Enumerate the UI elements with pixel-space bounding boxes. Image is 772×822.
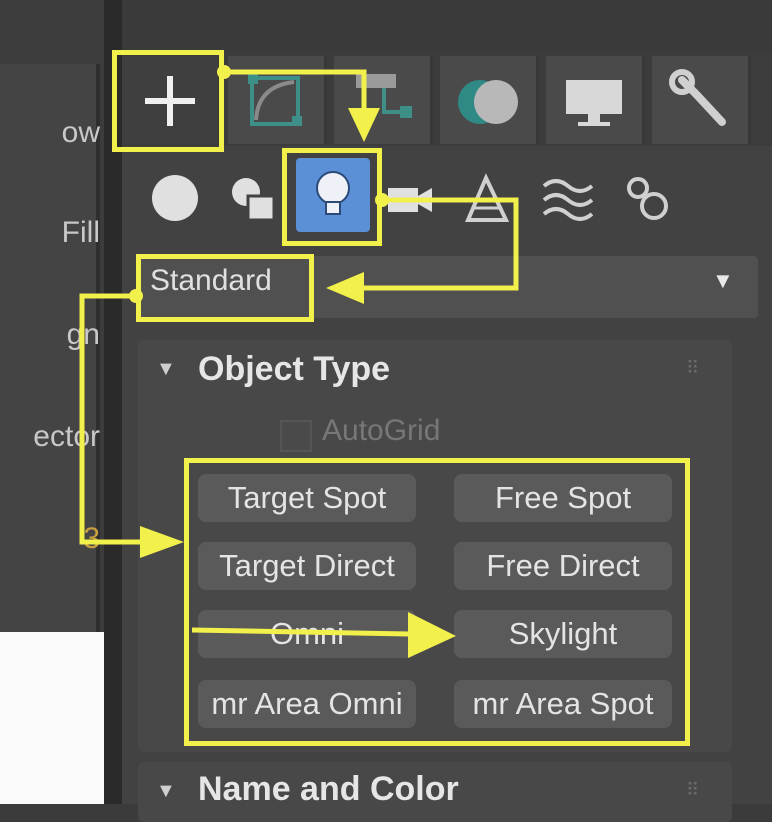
arrow-start-dot xyxy=(375,193,389,207)
arrow-lights-to-dropdown xyxy=(360,197,519,291)
arrowhead xyxy=(408,612,456,658)
arrow-start-dot xyxy=(217,65,231,79)
arrow-create-to-lights xyxy=(224,69,367,110)
arrow-omni-to-skylight xyxy=(191,627,411,637)
arrow-start-dot xyxy=(129,289,143,303)
arrow-dropdown-to-buttons xyxy=(79,293,140,545)
arrowhead xyxy=(348,108,380,142)
arrowhead xyxy=(140,526,184,558)
arrowhead xyxy=(326,272,364,304)
annotation-arrows xyxy=(79,65,519,658)
